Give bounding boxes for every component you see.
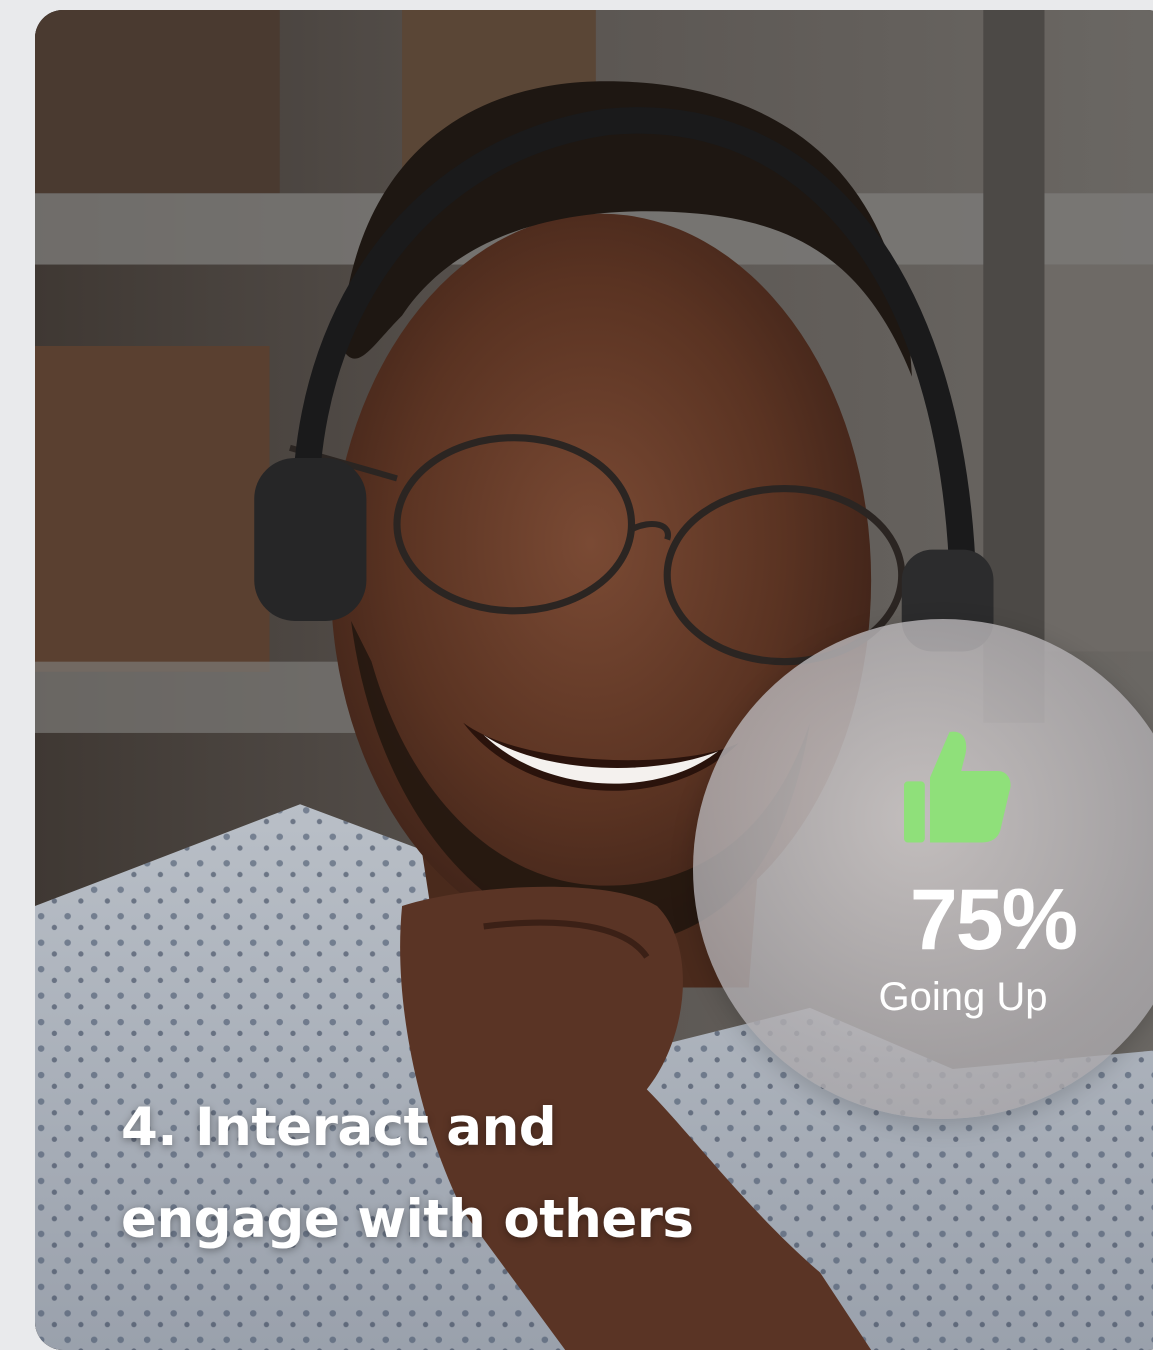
caption-line-1: 4. Interact and	[121, 1097, 557, 1158]
thumbs-up-icon	[904, 731, 1011, 843]
stat-value: 75%	[909, 872, 1078, 968]
feature-card: 75% Going Up 4. Interact and engage with…	[35, 10, 1153, 1350]
card-caption: 4. Interact and engage with others	[121, 1082, 821, 1266]
stat-label: Going Up	[878, 975, 1048, 1019]
caption-line-2: engage with others	[121, 1189, 694, 1250]
